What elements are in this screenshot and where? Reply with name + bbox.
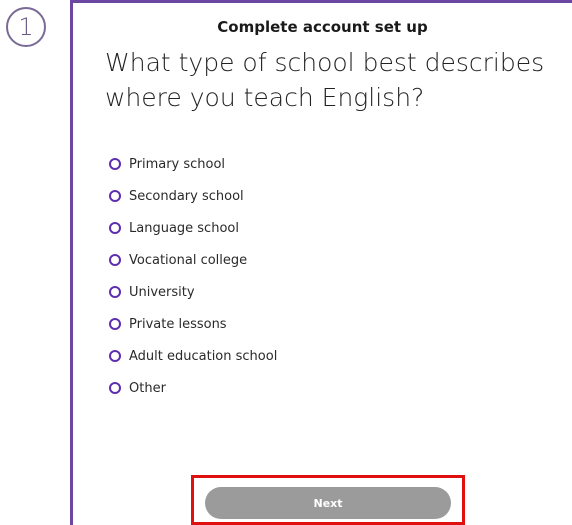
option-label: Other — [129, 380, 166, 396]
option-adult-education-school[interactable]: Adult education school — [109, 340, 277, 372]
option-vocational-college[interactable]: Vocational college — [109, 244, 277, 276]
option-label: Language school — [129, 220, 239, 236]
radio-button[interactable] — [109, 382, 121, 394]
setup-panel: Complete account set up What type of sch… — [70, 0, 572, 525]
school-type-options: Primary school Secondary school Language… — [109, 148, 277, 404]
question-heading: What type of school best describes where… — [105, 48, 545, 112]
option-other[interactable]: Other — [109, 372, 277, 404]
radio-button[interactable] — [109, 222, 121, 234]
radio-button[interactable] — [109, 286, 121, 298]
option-label: Secondary school — [129, 188, 244, 204]
option-label: University — [129, 284, 195, 300]
account-setup-screen: 1 Complete account set up What type of s… — [0, 0, 572, 525]
option-university[interactable]: University — [109, 276, 277, 308]
radio-button[interactable] — [109, 190, 121, 202]
next-button[interactable]: Next — [205, 487, 451, 519]
option-primary-school[interactable]: Primary school — [109, 148, 277, 180]
option-language-school[interactable]: Language school — [109, 212, 277, 244]
option-label: Private lessons — [129, 316, 227, 332]
step-number: 1 — [18, 13, 34, 41]
radio-button[interactable] — [109, 318, 121, 330]
option-label: Adult education school — [129, 348, 278, 364]
radio-button[interactable] — [109, 254, 121, 266]
step-indicator: 1 — [6, 7, 46, 47]
radio-button[interactable] — [109, 158, 121, 170]
option-label: Vocational college — [129, 252, 248, 268]
panel-title: Complete account set up — [217, 18, 428, 36]
option-label: Primary school — [129, 156, 226, 172]
radio-button[interactable] — [109, 350, 121, 362]
option-private-lessons[interactable]: Private lessons — [109, 308, 277, 340]
option-secondary-school[interactable]: Secondary school — [109, 180, 277, 212]
